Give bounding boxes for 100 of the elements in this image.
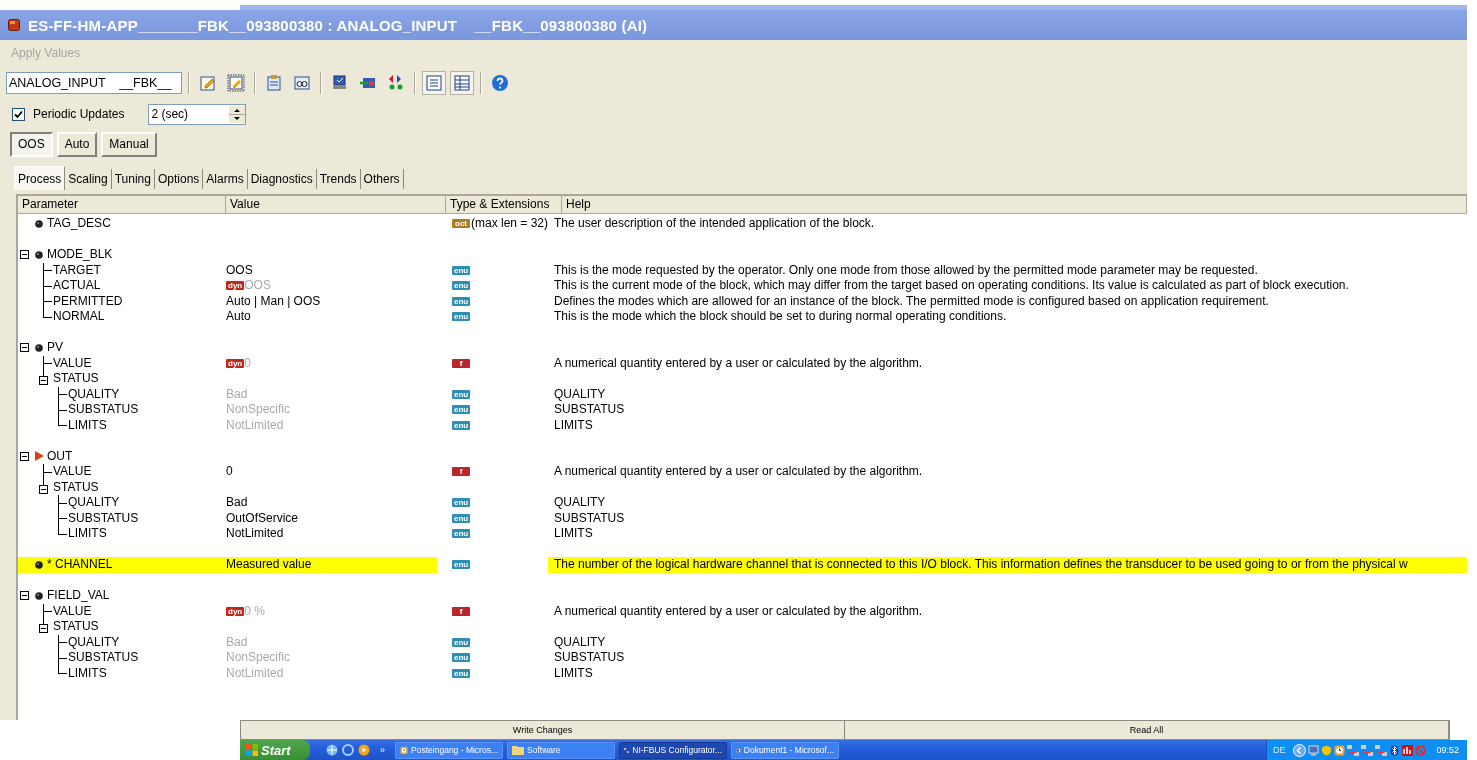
parameter-value: NonSpecific [226, 402, 291, 418]
type-badge: enu [452, 668, 471, 678]
folder-icon [512, 745, 524, 755]
chevron-icon[interactable] [1293, 743, 1307, 757]
bluetooth-icon[interactable] [1389, 744, 1401, 756]
collapse-icon[interactable] [20, 591, 29, 601]
notepad-icon [199, 74, 217, 92]
toolbar-button[interactable] [450, 71, 474, 95]
more-button[interactable]: » [380, 745, 385, 755]
parameter-name: QUALITY [68, 495, 120, 511]
network-icon [1347, 744, 1360, 756]
parameter-name: LIMITS [68, 526, 107, 542]
parameter-name: NORMAL [53, 309, 105, 325]
bullet-icon [35, 343, 43, 352]
parameter-value: OutOfService [226, 510, 299, 526]
parameter-value: NotLimited [226, 665, 284, 681]
flag-icon [246, 744, 258, 756]
collapse-icon[interactable] [20, 250, 29, 260]
type-badge: oct [452, 219, 470, 229]
type-badge: f [452, 358, 470, 368]
start-button[interactable]: Start [240, 740, 310, 760]
column-header[interactable]: Help [562, 196, 1467, 213]
help-text: QUALITY [554, 386, 606, 401]
type-badge: f [452, 606, 470, 616]
dynamic-badge: dyn [226, 281, 245, 291]
network-icon [1375, 744, 1388, 756]
parameter-name: OUT [47, 448, 73, 464]
type-badge: enu [452, 653, 471, 663]
collapse-icon[interactable] [20, 451, 29, 461]
collapse-icon[interactable] [39, 624, 48, 633]
checkbox-label: Periodic Updates [33, 107, 125, 121]
taskbar-button[interactable]: Software [507, 741, 615, 759]
parameter-value: 0 % [244, 603, 265, 619]
help-text: The user description of the intended application of the block. [554, 216, 875, 230]
highlighted-row[interactable]: * CHANNEL Measured value enu The number of the logical hardware channel that is connected to this I/O block. This information defines the transducer to be used going to or from the physical w [18, 557, 1467, 573]
type-badge: enu [452, 281, 471, 291]
help-text: LIMITS [554, 526, 593, 540]
taskbar-button[interactable]: NI-FBUS Configurator... [619, 741, 727, 759]
parameter-name: PV [47, 340, 63, 356]
monitor-icon[interactable] [1308, 744, 1320, 756]
block-select[interactable]: ANALOG_INPUT __FBK__ [6, 72, 182, 94]
collapse-icon[interactable] [39, 484, 48, 494]
triangle-icon [35, 451, 44, 462]
taskbar-button[interactable]: Dokument1 - Microsof... [731, 741, 839, 759]
taskbar-button[interactable]: Posteingang - Micros... [395, 741, 503, 759]
type-badge: enu [452, 265, 471, 275]
column-header[interactable]: Type & Extensions [446, 196, 562, 213]
mode-button[interactable]: Manual [101, 131, 157, 157]
parameter-name: MODE_BLK [47, 247, 113, 263]
collapse-icon[interactable] [39, 376, 48, 385]
type-badge: f [452, 467, 470, 477]
type-badge: enu [452, 389, 471, 399]
toolbar-button[interactable] [224, 71, 248, 95]
help-text: LIMITS [554, 417, 593, 432]
help-text: A numerical quantity entered by a user or calculated by the algorithm. [554, 355, 923, 370]
type-badge: enu [452, 405, 471, 415]
parameter-name: ACTUAL [53, 278, 101, 294]
parameter-value: 0 [226, 464, 233, 480]
parameter-name: LIMITS [68, 417, 107, 433]
parameter-name: STATUS [53, 479, 99, 495]
tab[interactable]: Scaling [65, 169, 112, 189]
type-badge: enu [452, 637, 471, 647]
globe-icon[interactable] [326, 744, 338, 756]
tab[interactable]: Alarms [203, 169, 248, 189]
parameter-name: SUBSTATUS [68, 510, 139, 526]
mode-button[interactable]: Auto [56, 131, 98, 157]
collapse-icon[interactable] [20, 343, 29, 353]
glasses-icon [293, 74, 311, 92]
parameter-value: 0 [244, 355, 251, 371]
column-header[interactable]: Value [226, 196, 446, 213]
help-text: The number of the logical hardware channel that is connected to this I/O block. This information defines the transducer to be used going to or from the physical w [554, 557, 1408, 571]
parameter-name: SUBSTATUS [68, 402, 139, 418]
checkbox[interactable] [12, 107, 25, 121]
help-icon [491, 74, 509, 92]
parameter-value: OOS [244, 278, 271, 294]
chart-icon[interactable] [1402, 744, 1414, 756]
parameter-value: Auto [226, 309, 251, 325]
clock-icon [400, 744, 409, 756]
mode-button[interactable]: OOS [10, 131, 53, 157]
parameter-value: NonSpecific [226, 650, 291, 666]
play-icon[interactable] [358, 744, 370, 756]
parameter-value: Bad [226, 634, 248, 650]
dynamic-badge: dyn [226, 606, 245, 616]
browser-icon[interactable] [342, 744, 354, 756]
help-text: This is the mode which the block should be set to during normal operating conditions. [554, 309, 1007, 323]
type-badge: enu [452, 560, 471, 570]
type-badge: enu [452, 296, 471, 306]
parameter-name: TAG_DESC [47, 216, 111, 232]
parameter-name: VALUE [53, 355, 92, 371]
bullet-icon [35, 560, 43, 569]
parameter-name: QUALITY [68, 634, 120, 650]
shapes-icon [387, 74, 405, 92]
parameter-value: Bad [226, 495, 248, 511]
parameter-name: QUALITY [68, 386, 120, 402]
interval-spinner[interactable]: 2 (sec) [148, 103, 247, 125]
parameter-name: FIELD_VAL [47, 588, 110, 604]
tab[interactable]: Process [14, 166, 66, 190]
column-header[interactable]: Parameter [18, 196, 226, 213]
parameter-value: OOS [226, 262, 253, 278]
help-text: Defines the modes which are allowed for an instance of the block. The permitted mode is configured based on application requirement. [554, 293, 1269, 308]
